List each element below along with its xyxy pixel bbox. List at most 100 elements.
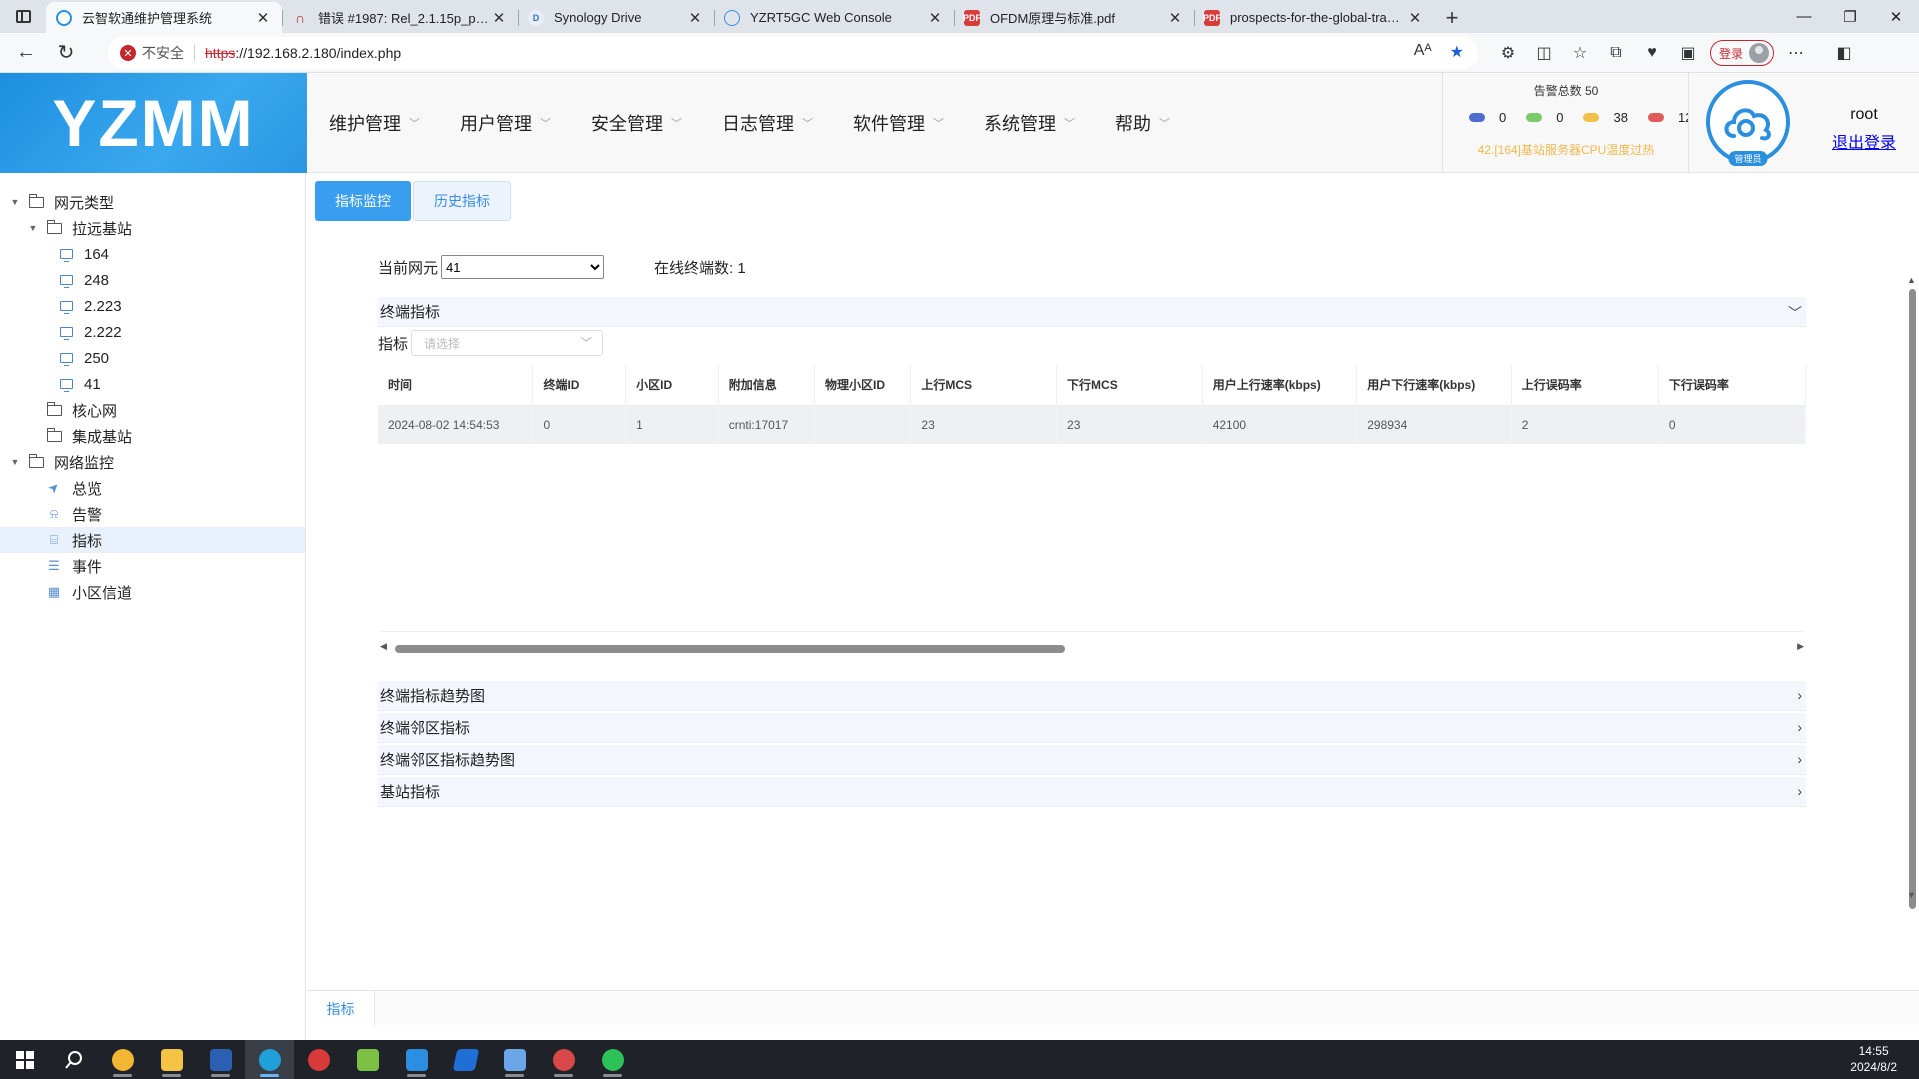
- scrollbar-thumb[interactable]: [1909, 289, 1916, 909]
- taskbar-app-icon[interactable]: [98, 1040, 147, 1079]
- alarm-summary[interactable]: 告警总数 50 0 0 38 12 42.[164]基站服务器CPU温度过热: [1442, 73, 1692, 173]
- scroll-up-arrow-icon[interactable]: ▲: [1907, 275, 1916, 285]
- start-windows-icon[interactable]: [0, 1040, 49, 1079]
- close-tab-icon[interactable]: ✕: [686, 9, 704, 27]
- browser-tab-active[interactable]: 云智软通维护管理系统 ✕: [46, 2, 282, 33]
- more-menu-icon[interactable]: ⋯: [1778, 37, 1814, 69]
- tree-node[interactable]: ▼ 拉远基站: [0, 215, 305, 241]
- tab-realtime-metrics[interactable]: 指标监控: [315, 181, 411, 221]
- restore-icon[interactable]: ❐: [1827, 0, 1873, 33]
- read-aloud-icon[interactable]: Aᴬ: [1414, 42, 1432, 62]
- nav-software[interactable]: 软件管理 ﹀: [853, 110, 944, 136]
- scrollbar-thumb[interactable]: [395, 645, 1065, 653]
- nav-users[interactable]: 用户管理 ﹀: [460, 110, 551, 136]
- close-window-icon[interactable]: ✕: [1873, 0, 1919, 33]
- tab-history-metrics[interactable]: 历史指标: [413, 181, 511, 221]
- horizontal-scrollbar[interactable]: ◀ ▶: [378, 641, 1806, 657]
- bottom-tab-metrics[interactable]: 指标: [307, 991, 375, 1026]
- close-tab-icon[interactable]: ✕: [254, 9, 272, 27]
- close-tab-icon[interactable]: ✕: [1406, 9, 1424, 27]
- alarm-message[interactable]: 42.[164]基站服务器CPU温度过热: [1443, 141, 1689, 158]
- expand-arrow-icon[interactable]: ▼: [8, 457, 22, 467]
- tree-node[interactable]: 集成基站: [0, 423, 305, 449]
- expand-arrow-icon[interactable]: ▼: [26, 223, 40, 233]
- vertical-scrollbar[interactable]: ▲ ▼: [1905, 275, 1919, 909]
- sidebar-toggle-icon[interactable]: ◧: [1826, 37, 1862, 69]
- browser-tab[interactable]: PDF OFDM原理与标准.pdf ✕: [954, 2, 1194, 33]
- tree-node[interactable]: ⍾ 告警: [0, 501, 305, 527]
- file-explorer-icon[interactable]: [147, 1040, 196, 1079]
- nav-help[interactable]: 帮助 ﹀: [1115, 110, 1170, 136]
- edge-browser-icon[interactable]: [245, 1040, 294, 1079]
- favorites-icon[interactable]: ☆: [1562, 37, 1598, 69]
- section-neighbor-trend[interactable]: 终端邻区指标趋势图 ›: [378, 745, 1806, 775]
- close-tab-icon[interactable]: ✕: [1166, 9, 1184, 27]
- new-tab-icon[interactable]: +: [1434, 2, 1470, 33]
- back-arrow-icon[interactable]: ←: [8, 35, 44, 71]
- tree-node[interactable]: 41: [0, 371, 305, 397]
- metric-select[interactable]: 请选择 ﹀: [411, 330, 604, 356]
- taskbar-app-icon[interactable]: [490, 1040, 539, 1079]
- column-header[interactable]: 时间: [378, 365, 534, 406]
- scroll-right-arrow-icon[interactable]: ▶: [1797, 641, 1804, 652]
- tree-node[interactable]: 250: [0, 345, 305, 371]
- tree-node[interactable]: ▼ 网元类型: [0, 189, 305, 215]
- tree-node[interactable]: 2.222: [0, 319, 305, 345]
- nav-security[interactable]: 安全管理 ﹀: [591, 110, 682, 136]
- column-header[interactable]: 用户下行速率(kbps): [1356, 365, 1512, 406]
- close-tab-icon[interactable]: ✕: [490, 9, 508, 27]
- column-header[interactable]: 终端ID: [532, 365, 627, 406]
- tree-node[interactable]: ▦ 小区信道: [0, 579, 305, 605]
- scroll-down-arrow-icon[interactable]: ▼: [1907, 890, 1916, 900]
- taskbar-app-icon[interactable]: [441, 1040, 490, 1079]
- tree-node[interactable]: 核心网: [0, 397, 305, 423]
- address-bar[interactable]: ✕ 不安全 https ://192.168.2.180/index.php A…: [108, 37, 1478, 69]
- nav-system[interactable]: 系统管理 ﹀: [984, 110, 1075, 136]
- split-screen-icon[interactable]: ◫: [1526, 37, 1562, 69]
- expand-arrow-icon[interactable]: ▼: [8, 197, 22, 207]
- browser-essentials-icon[interactable]: ▣: [1670, 37, 1706, 69]
- wechat-icon[interactable]: [588, 1040, 637, 1079]
- column-header[interactable]: 附加信息: [718, 365, 816, 406]
- tree-node[interactable]: ▼ 网络监控: [0, 449, 305, 475]
- tab-actions-icon[interactable]: [0, 0, 46, 33]
- section-neighbor-metrics[interactable]: 终端邻区指标 ›: [378, 713, 1806, 743]
- minimize-icon[interactable]: —: [1781, 0, 1827, 33]
- column-header[interactable]: 用户上行速率(kbps): [1202, 365, 1358, 406]
- column-header[interactable]: 下行误码率: [1658, 365, 1806, 406]
- tree-node[interactable]: 164: [0, 241, 305, 267]
- taskbar-app-icon[interactable]: [392, 1040, 441, 1079]
- column-header[interactable]: 小区ID: [625, 365, 719, 406]
- section-terminal-trend[interactable]: 终端指标趋势图 ›: [378, 681, 1806, 711]
- taskbar-app-icon[interactable]: [539, 1040, 588, 1079]
- column-header[interactable]: 物理小区ID: [814, 365, 912, 406]
- browser-tab[interactable]: D Synology Drive ✕: [518, 2, 714, 33]
- nav-logs[interactable]: 日志管理 ﹀: [722, 110, 813, 136]
- tree-node[interactable]: ⌸ 指标: [0, 527, 305, 553]
- reload-icon[interactable]: ↻: [48, 35, 84, 71]
- tree-node[interactable]: 248: [0, 267, 305, 293]
- tree-node[interactable]: 2.223: [0, 293, 305, 319]
- tree-node[interactable]: ➤ 总览: [0, 475, 305, 501]
- browser-tab[interactable]: YZRT5GC Web Console ✕: [714, 2, 954, 33]
- favorite-star-icon[interactable]: ★: [1450, 42, 1464, 62]
- column-header[interactable]: 下行MCS: [1056, 365, 1203, 406]
- tree-node[interactable]: ☰ 事件: [0, 553, 305, 579]
- ne-select[interactable]: 41: [441, 255, 605, 279]
- nav-maintenance[interactable]: 维护管理 ﹀: [329, 110, 420, 136]
- browser-tab[interactable]: PDF prospects-for-the-global-transfo... …: [1194, 2, 1434, 33]
- section-terminal-metrics[interactable]: 终端指标 ﹀: [378, 297, 1806, 327]
- taskbar-app-icon[interactable]: [343, 1040, 392, 1079]
- column-header[interactable]: 上行误码率: [1511, 365, 1659, 406]
- profile-login-button[interactable]: 登录: [1710, 40, 1775, 66]
- system-clock[interactable]: 14:55 2024/8/2: [1850, 1043, 1897, 1075]
- taskbar-app-icon[interactable]: [294, 1040, 343, 1079]
- collections-icon[interactable]: ⧉: [1598, 37, 1634, 69]
- column-header[interactable]: 上行MCS: [910, 365, 1058, 406]
- section-bs-metrics[interactable]: 基站指标 ›: [378, 777, 1806, 807]
- table-row[interactable]: 2024-08-02 14:54:53 0 1 crnti:17017 23 23 4210…: [378, 405, 1806, 444]
- performance-icon[interactable]: ♥: [1634, 37, 1670, 69]
- scroll-left-arrow-icon[interactable]: ◀: [380, 641, 387, 652]
- browser-tab[interactable]: ∩ 错误 #1987: Rel_2.1.15p_pre1,单... ✕: [282, 2, 518, 33]
- logout-link[interactable]: 退出登录: [1814, 129, 1914, 153]
